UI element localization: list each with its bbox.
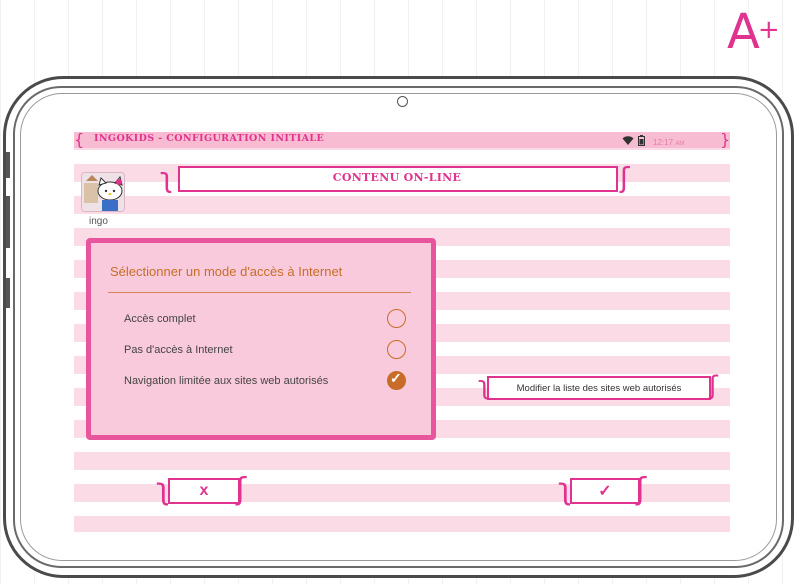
radio-no-access[interactable] [387, 340, 406, 359]
modify-websites-button[interactable]: Modifier la liste des sites web autorisé… [487, 376, 711, 400]
page-title: CONTENU ON-LINE [332, 171, 462, 184]
checkmark-icon: ✓ [390, 370, 402, 386]
radio-full-access[interactable] [387, 309, 406, 328]
close-icon: x [199, 482, 209, 499]
battery-icon [638, 133, 645, 151]
confirm-button[interactable]: ✓ [570, 478, 640, 504]
tablet-side-button [6, 196, 10, 248]
ribbon-curl-left-icon: ʅ [156, 472, 170, 507]
panel-title: Sélectionner un mode d'accès à Internet [110, 264, 343, 279]
modify-websites-label: Modifier la liste des sites web autorisé… [516, 382, 682, 394]
ribbon-curl-left-icon: ʅ [478, 371, 490, 401]
option-label-full-access: Accès complet [124, 313, 196, 325]
ribbon-curl-right-icon: } [720, 130, 731, 149]
cancel-button[interactable]: x [168, 478, 240, 504]
status-bar-title: INGOKIDS - CONFIGURATION INITIALE [94, 133, 325, 144]
tablet-side-button [6, 152, 10, 178]
ribbon-curl-right-icon: ʃ [236, 472, 247, 507]
checkmark-icon: ✓ [598, 483, 612, 500]
ribbon-curl-right-icon: ʃ [636, 472, 647, 507]
option-label-limited-access: Navigation limitée aux sites web autoris… [124, 375, 329, 387]
panel-divider [108, 292, 411, 293]
wifi-icon [622, 133, 634, 151]
user-avatar[interactable] [81, 172, 125, 212]
option-label-no-access: Pas d'accès à Internet [124, 344, 233, 356]
hello-kitty-avatar-icon [82, 173, 124, 211]
ribbon-curl-right-icon: ʃ [709, 371, 718, 401]
tablet-side-button [6, 278, 10, 308]
ribbon-curl-left-icon: { [74, 130, 85, 149]
status-indicators: 12:17 AM [622, 133, 684, 151]
ribbon-curl-left-icon: ʅ [558, 472, 572, 507]
radio-limited-access[interactable]: ✓ [387, 370, 406, 390]
grade-mark: A+ [727, 4, 780, 60]
user-name: ingo [89, 216, 108, 227]
camera-icon [397, 96, 408, 107]
clock-time: 12:17 AM [653, 137, 685, 147]
